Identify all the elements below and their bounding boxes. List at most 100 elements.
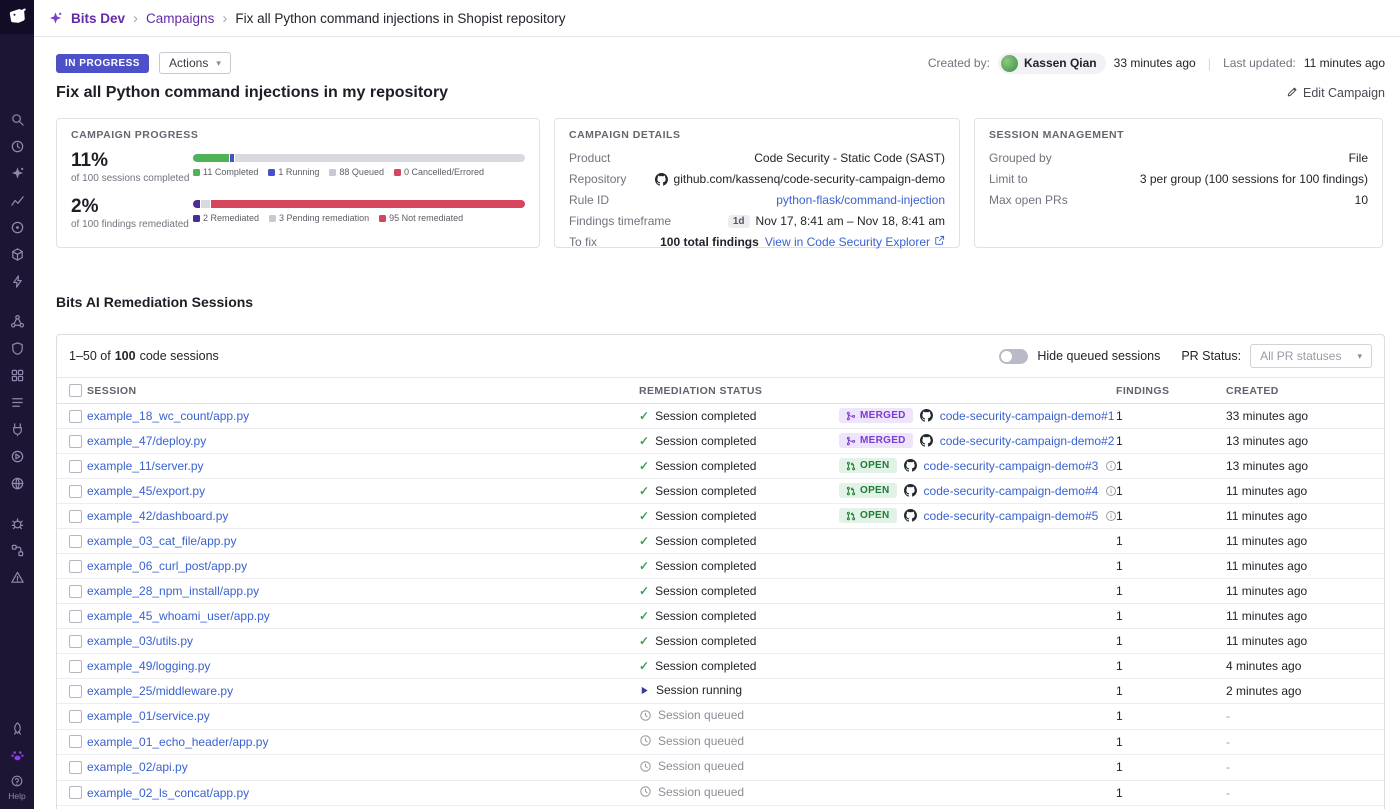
created-time: - (1226, 735, 1230, 749)
pr-state-label: MERGED (860, 410, 906, 421)
select-all-checkbox[interactable] (69, 384, 82, 397)
sidebar-group (4, 106, 30, 295)
session-link[interactable]: example_47/deploy.py (87, 434, 206, 448)
search-icon[interactable] (4, 106, 30, 133)
header-remediation-status[interactable]: REMEDIATION STATUS (639, 378, 839, 404)
rule-id-link[interactable]: python-flask/command-injection (776, 193, 945, 207)
session-link[interactable]: example_03/utils.py (87, 634, 193, 648)
session-link[interactable]: example_45_whoami_user/app.py (87, 609, 270, 623)
header-findings[interactable]: FINDINGS (1116, 378, 1226, 404)
header-session[interactable]: SESSION (87, 378, 639, 404)
watchdog-icon[interactable] (4, 214, 30, 241)
pr-link[interactable]: code-security-campaign-demo#1 (940, 409, 1115, 423)
synthetics-icon[interactable] (4, 470, 30, 497)
session-link[interactable]: example_49/logging.py (87, 659, 210, 673)
bug-icon[interactable] (4, 510, 30, 537)
pr-status-select[interactable]: All PR statuses ▾ (1250, 344, 1372, 368)
legend-swatch (379, 215, 386, 222)
github-icon (904, 459, 917, 472)
pr-link[interactable]: code-security-campaign-demo#5 (924, 509, 1099, 523)
external-link-icon (934, 235, 945, 249)
pr-link[interactable]: code-security-campaign-demo#3 (924, 459, 1099, 473)
session-link[interactable]: example_02_ls_concat/app.py (87, 786, 249, 800)
created-by-name: Kassen Qian (1024, 56, 1097, 70)
session-link[interactable]: example_01/service.py (87, 709, 210, 723)
session-link[interactable]: example_25/middleware.py (87, 684, 233, 698)
row-checkbox[interactable] (69, 410, 82, 423)
session-link[interactable]: example_06_curl_post/app.py (87, 559, 247, 573)
created-time: 11 minutes ago (1226, 509, 1307, 523)
sessions-progress-bar (193, 154, 525, 162)
session-link[interactable]: example_28_npm_install/app.py (87, 584, 259, 598)
created-time: 13 minutes ago (1226, 459, 1308, 473)
findings-count: 1 (1116, 735, 1123, 749)
hide-queued-toggle[interactable] (999, 349, 1028, 364)
row-checkbox[interactable] (69, 435, 82, 448)
session-link[interactable]: example_45/export.py (87, 484, 205, 498)
created-time: 11 minutes ago (1226, 484, 1307, 498)
code-security-explorer-link[interactable]: View in Code Security Explorer (765, 235, 945, 249)
created-time: 11 minutes ago (1226, 559, 1307, 573)
row-checkbox[interactable] (69, 635, 82, 648)
row-checkbox[interactable] (69, 485, 82, 498)
row-checkbox[interactable] (69, 761, 82, 774)
bits-ai-icon[interactable] (4, 160, 30, 187)
session-link[interactable]: example_18_wc_count/app.py (87, 409, 249, 423)
mascot-icon[interactable] (4, 742, 30, 769)
breadcrumb-app[interactable]: Bits Dev (71, 11, 125, 26)
history-icon[interactable] (4, 133, 30, 160)
created-by-user[interactable]: Kassen Qian (998, 53, 1106, 74)
row-checkbox[interactable] (69, 735, 82, 748)
row-checkbox[interactable] (69, 535, 82, 548)
releases-icon[interactable] (4, 715, 30, 742)
row-checkbox[interactable] (69, 660, 82, 673)
ci-icon[interactable] (4, 443, 30, 470)
infrastructure-icon[interactable] (4, 241, 30, 268)
integrations-icon[interactable] (4, 416, 30, 443)
clock-icon (639, 709, 652, 722)
error-tracking-icon[interactable] (4, 564, 30, 591)
sessions-section-title: Bits AI Remediation Sessions (56, 294, 1385, 310)
legend-label: 11 Completed (203, 167, 258, 177)
dashboards-icon[interactable] (4, 362, 30, 389)
row-checkbox[interactable] (69, 610, 82, 623)
session-link[interactable]: example_02/api.py (87, 760, 188, 774)
actions-dropdown[interactable]: Actions ▾ (159, 52, 231, 74)
session-link[interactable]: example_03_cat_file/app.py (87, 534, 236, 548)
row-checkbox[interactable] (69, 710, 82, 723)
chevron-right-icon: › (222, 11, 227, 26)
row-checkbox[interactable] (69, 585, 82, 598)
row-checkbox[interactable] (69, 560, 82, 573)
row-checkbox[interactable] (69, 685, 82, 698)
header-created[interactable]: CREATED (1226, 378, 1384, 404)
repository-link[interactable]: github.com/kassenq/code-security-campaig… (674, 172, 945, 186)
session-link[interactable]: example_01_echo_header/app.py (87, 735, 268, 749)
help-button[interactable]: Help (8, 769, 25, 809)
row-checkbox[interactable] (69, 786, 82, 799)
clock-icon (639, 760, 652, 773)
edit-campaign-button[interactable]: Edit Campaign (1286, 86, 1385, 101)
findings-count: 1 (1116, 559, 1123, 573)
remediation-status: Session queued (639, 785, 744, 799)
session-link[interactable]: example_11/server.py (87, 459, 204, 473)
datadog-logo[interactable] (0, 0, 34, 34)
status-label: Session completed (655, 434, 756, 448)
apm-icon[interactable] (4, 268, 30, 295)
session-link[interactable]: example_42/dashboard.py (87, 509, 228, 523)
workflows-icon[interactable] (4, 537, 30, 564)
pr-link[interactable]: code-security-campaign-demo#2 (940, 434, 1115, 448)
row-checkbox[interactable] (69, 460, 82, 473)
summary-cards: CAMPAIGN PROGRESS 11% of 100 sessions co… (56, 118, 1385, 248)
row-checkbox[interactable] (69, 510, 82, 523)
security-icon[interactable] (4, 335, 30, 362)
metrics-icon[interactable] (4, 187, 30, 214)
breadcrumb-campaigns[interactable]: Campaigns (146, 11, 214, 26)
check-icon: ✓ (639, 560, 649, 572)
pr-link[interactable]: code-security-campaign-demo#4 (924, 484, 1099, 498)
remediation-status: ✓Session completed (639, 659, 756, 673)
table-row: example_02/api.pySession queued1- (57, 755, 1384, 781)
logs-icon[interactable] (4, 389, 30, 416)
card-title: CAMPAIGN PROGRESS (71, 129, 525, 141)
service-map-icon[interactable] (4, 308, 30, 335)
table-row: example_06_curl_post/app.py✓Session comp… (57, 554, 1384, 579)
